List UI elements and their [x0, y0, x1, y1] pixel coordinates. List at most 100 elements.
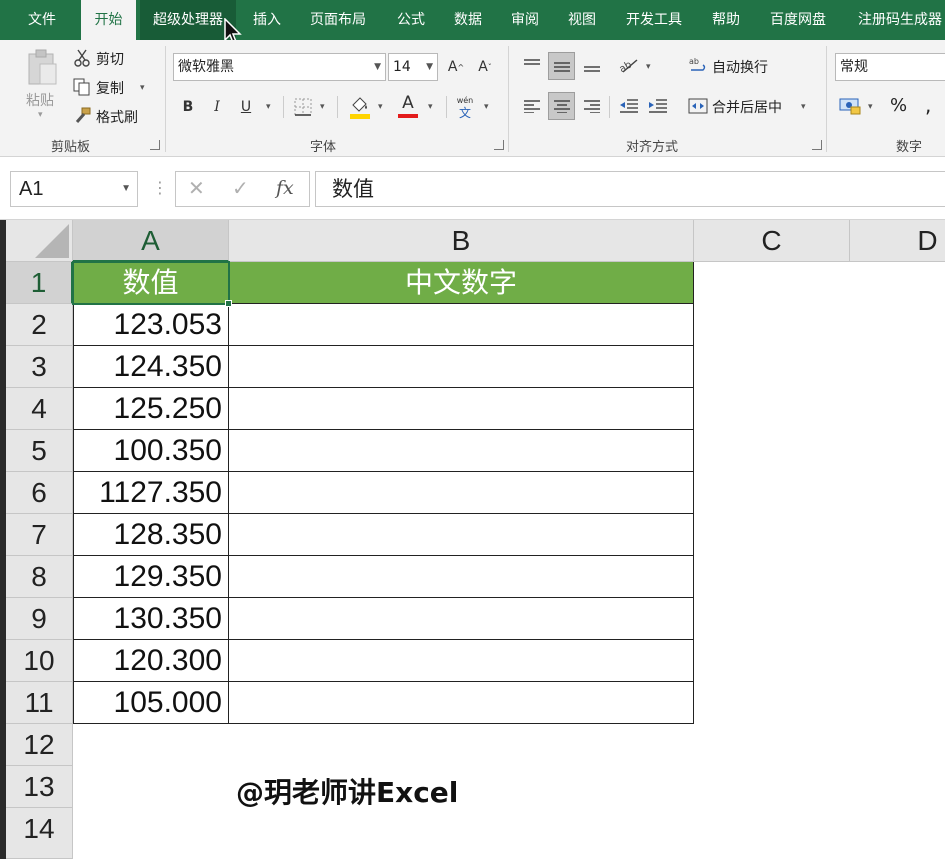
align-right-icon[interactable] — [580, 92, 604, 120]
tab-keygen[interactable]: 注册码生成器 — [846, 0, 945, 40]
underline-button[interactable]: U — [236, 94, 256, 120]
tab-baidu-netdisk[interactable]: 百度网盘 — [759, 0, 837, 40]
align-middle-icon[interactable] — [548, 52, 575, 80]
border-icon[interactable] — [292, 96, 314, 118]
tab-insert[interactable]: 插入 — [242, 0, 292, 40]
tab-review[interactable]: 审阅 — [501, 0, 549, 40]
font-name-dropdown[interactable]: 微软雅黑 ▼ — [173, 53, 386, 81]
tab-file[interactable]: 文件 — [16, 0, 68, 40]
fill-color-dropdown-icon[interactable]: ▾ — [378, 102, 383, 112]
cell-a11[interactable]: 105.000 — [73, 682, 229, 724]
scissors-icon[interactable] — [72, 48, 92, 68]
copy-button[interactable]: 复制 — [96, 78, 124, 98]
cell-a6[interactable]: 1127.350 — [73, 472, 229, 514]
insert-function-icon[interactable]: fx — [276, 177, 294, 199]
increase-indent-icon[interactable] — [646, 92, 670, 120]
name-box[interactable]: A1 ▼ — [10, 171, 138, 207]
paste-dropdown-icon[interactable]: ▾ — [38, 110, 43, 120]
cell-b6[interactable] — [229, 472, 694, 514]
copy-icon[interactable] — [72, 77, 92, 97]
clipboard-launcher-icon[interactable] — [150, 140, 160, 150]
align-center-icon[interactable] — [548, 92, 575, 120]
select-all-button[interactable] — [6, 220, 73, 262]
row-header-9[interactable]: 9 — [6, 598, 73, 640]
align-left-icon[interactable] — [520, 92, 544, 120]
increase-font-icon[interactable]: A ^ — [445, 54, 467, 80]
number-format-dropdown[interactable]: 常规 — [835, 53, 945, 81]
cell-b7[interactable] — [229, 514, 694, 556]
tab-super-processor[interactable]: 超级处理器 — [140, 0, 236, 40]
row-header-12[interactable]: 12 — [6, 724, 73, 766]
phonetic-guide-button[interactable]: wén 文 — [453, 92, 477, 122]
merge-center-icon[interactable] — [688, 94, 708, 118]
cell-b5[interactable] — [229, 430, 694, 472]
align-bottom-icon[interactable] — [580, 52, 604, 80]
font-color-button[interactable]: A — [396, 92, 420, 120]
paste-icon[interactable] — [24, 48, 60, 88]
wrap-text-icon[interactable]: ab — [688, 54, 708, 76]
cell-b10[interactable] — [229, 640, 694, 682]
font-launcher-icon[interactable] — [494, 140, 504, 150]
merge-dropdown-icon[interactable]: ▾ — [801, 102, 806, 112]
row-header-6[interactable]: 6 — [6, 472, 73, 514]
cell-b3[interactable] — [229, 346, 694, 388]
cell-a3[interactable]: 124.350 — [73, 346, 229, 388]
align-top-icon[interactable] — [520, 52, 544, 78]
decrease-indent-icon[interactable] — [617, 92, 641, 120]
cell-b2[interactable] — [229, 304, 694, 346]
bold-button[interactable]: B — [178, 94, 198, 120]
column-header-d[interactable]: D — [850, 220, 945, 262]
format-painter-icon[interactable] — [72, 106, 92, 126]
cell-b4[interactable] — [229, 388, 694, 430]
font-size-dropdown[interactable]: 14 ▼ — [388, 53, 438, 81]
row-header-1[interactable]: 1 — [6, 262, 73, 304]
cell-a5[interactable]: 100.350 — [73, 430, 229, 472]
cut-button[interactable]: 剪切 — [96, 49, 124, 69]
italic-button[interactable]: I — [207, 94, 227, 120]
cell-b8[interactable] — [229, 556, 694, 598]
fill-handle[interactable] — [225, 300, 232, 307]
merge-center-button[interactable]: 合并后居中 — [712, 97, 782, 117]
row-header-14[interactable]: 14 — [6, 808, 73, 859]
cell-a4[interactable]: 125.250 — [73, 388, 229, 430]
column-header-b[interactable]: B — [229, 220, 694, 262]
copy-dropdown-icon[interactable]: ▾ — [140, 83, 145, 93]
enter-icon[interactable]: ✓ — [232, 176, 249, 200]
wrap-text-button[interactable]: 自动换行 — [712, 57, 768, 77]
border-dropdown-icon[interactable]: ▾ — [320, 102, 325, 112]
tab-view[interactable]: 视图 — [558, 0, 606, 40]
tab-data[interactable]: 数据 — [444, 0, 492, 40]
row-header-2[interactable]: 2 — [6, 304, 73, 346]
tab-formulas[interactable]: 公式 — [387, 0, 435, 40]
accounting-dropdown-icon[interactable]: ▾ — [868, 102, 873, 112]
tab-developer[interactable]: 开发工具 — [615, 0, 693, 40]
row-header-8[interactable]: 8 — [6, 556, 73, 598]
cell-b9[interactable] — [229, 598, 694, 640]
font-color-dropdown-icon[interactable]: ▾ — [428, 102, 433, 112]
row-header-5[interactable]: 5 — [6, 430, 73, 472]
row-header-4[interactable]: 4 — [6, 388, 73, 430]
row-header-7[interactable]: 7 — [6, 514, 73, 556]
comma-style-button[interactable]: , — [925, 93, 931, 117]
cell-a8[interactable]: 129.350 — [73, 556, 229, 598]
format-painter-button[interactable]: 格式刷 — [96, 107, 138, 127]
percent-button[interactable]: % — [890, 95, 907, 116]
cell-a2[interactable]: 123.053 — [73, 304, 229, 346]
row-header-3[interactable]: 3 — [6, 346, 73, 388]
column-header-a[interactable]: A — [73, 220, 229, 262]
column-header-c[interactable]: C — [694, 220, 850, 262]
tab-home[interactable]: 开始 — [81, 0, 136, 40]
formula-input[interactable]: 数值 — [315, 171, 945, 207]
accounting-format-icon[interactable] — [838, 92, 862, 120]
fill-color-icon[interactable] — [348, 94, 372, 120]
cell-b1[interactable]: 中文数字 — [229, 262, 694, 304]
cell-b11[interactable] — [229, 682, 694, 724]
cell-a7[interactable]: 128.350 — [73, 514, 229, 556]
cell-a9[interactable]: 130.350 — [73, 598, 229, 640]
orientation-icon[interactable]: ab — [617, 52, 641, 78]
cancel-icon[interactable]: ✕ — [188, 176, 205, 200]
decrease-font-icon[interactable]: Aˇ — [474, 54, 496, 80]
row-header-13[interactable]: 13 — [6, 766, 73, 808]
row-header-11[interactable]: 11 — [6, 682, 73, 724]
underline-dropdown-icon[interactable]: ▾ — [266, 102, 271, 112]
